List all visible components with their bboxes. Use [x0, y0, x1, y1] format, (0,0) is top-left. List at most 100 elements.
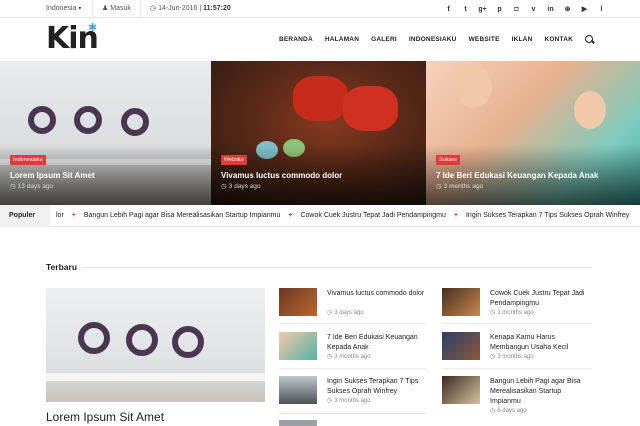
thumbnail — [279, 332, 317, 360]
caret-down-icon: ▾ — [78, 6, 82, 12]
child-image — [574, 91, 606, 129]
list-item-title[interactable]: Kenapa Kamu Harus Membangun Usaha Kecil — [490, 333, 592, 353]
list-item-time: 3 months ago — [490, 309, 533, 316]
social-links: f t g+ p ◘ v in ⊛ ▶ ⌇ — [440, 0, 610, 18]
search-icon[interactable] — [585, 35, 594, 44]
list-item-time: 3 months ago — [490, 353, 533, 360]
section-title: Terbaru — [46, 262, 78, 272]
wreath-image — [78, 322, 110, 354]
user-icon: ♟ — [102, 5, 109, 12]
category-badge[interactable]: Sukses — [436, 155, 461, 165]
ticker-label: Populer — [0, 205, 50, 227]
list-item-title[interactable]: Ingin Sukses Terapkan 7 Tips Sukses Opra… — [327, 377, 429, 397]
thumbnail — [442, 288, 480, 316]
hero-card[interactable]: Website Vivamus luctus commodo dolor 3 d… — [211, 61, 426, 205]
category-badge[interactable]: Indonesiaku — [10, 155, 46, 165]
twitter-icon[interactable]: t — [457, 0, 474, 18]
thumbnail — [279, 288, 317, 316]
top-bar: Indonesia ▾ ♟ Masuk ◷ 14-Jun-2016 | 11:57… — [0, 0, 640, 18]
divider — [442, 323, 592, 324]
ticker-item[interactable]: Bangun Lebih Pagi agar Bisa Merealisasik… — [84, 205, 281, 227]
language-selector[interactable]: Indonesia ▾ — [46, 4, 81, 14]
site-header: Kin ✱ BERANDA HALAMAN GALERI INDONESIAKU… — [0, 18, 640, 61]
hero-title[interactable]: 7 Ide Beri Edukasi Keuangan Kepada Anak — [436, 171, 598, 180]
popular-ticker: Populer lor + Bangun Lebih Pagi agar Bis… — [0, 205, 640, 227]
instagram-icon[interactable]: ◘ — [508, 0, 525, 18]
divider — [92, 0, 93, 18]
cup-image — [343, 86, 398, 131]
plus-icon: + — [453, 212, 458, 219]
thumbnail — [442, 376, 480, 404]
wreath-image — [172, 326, 204, 358]
dribbble-icon[interactable]: ⊛ — [559, 0, 576, 18]
vimeo-icon[interactable]: v — [525, 0, 542, 18]
list-item-title[interactable]: 7 Ide Beri Edukasi Keuangan Kepada Anak — [327, 333, 429, 353]
hero-title[interactable]: Lorem Ipsum Sit Amet — [10, 171, 95, 180]
main-nav: BERANDA HALAMAN GALERI INDONESIAKU WEBSI… — [279, 35, 594, 44]
list-item[interactable]: Ingin Sukses Terapkan 7 Tips Sukses Opra… — [279, 376, 429, 416]
linkedin-icon[interactable]: in — [542, 0, 559, 18]
divider — [442, 368, 592, 369]
nav-item-website[interactable]: WEBSITE — [469, 36, 500, 43]
ticker-item[interactable]: Cowok Cuek Justru Tepat Jadi Pendampingm… — [300, 205, 445, 227]
list-item-title[interactable]: Bangun Lebih Pagi agar Bisa Merealisasik… — [490, 377, 592, 407]
facebook-icon[interactable]: f — [440, 0, 457, 18]
list-item-time: 6 days ago — [490, 407, 526, 414]
list-item[interactable]: 7 Ide Beri Edukasi Keuangan Kepada Anak … — [279, 332, 429, 372]
login-link[interactable]: ♟ Masuk — [102, 4, 131, 14]
rss-icon[interactable]: ⌇ — [593, 0, 610, 18]
section-divider — [84, 267, 592, 268]
nav-item-beranda[interactable]: BERANDA — [279, 36, 313, 43]
list-item[interactable]: Cowok Cuek Justru Tepat Jadi Pendampingm… — [442, 288, 592, 328]
divider — [279, 413, 427, 414]
star-icon: ✱ — [88, 22, 98, 34]
time-label: 11:57:20 — [203, 5, 231, 12]
list-item-time: 3 days ago — [327, 309, 363, 316]
shelf-image — [46, 373, 265, 381]
google-plus-icon[interactable]: g+ — [474, 0, 491, 18]
divider — [279, 368, 427, 369]
list-item-time: 3 months ago — [327, 353, 370, 360]
login-label: Masuk — [110, 5, 131, 12]
nav-item-iklan[interactable]: IKLAN — [512, 36, 533, 43]
wreath-image — [121, 108, 149, 136]
plus-icon: + — [71, 212, 76, 219]
date-label: 14-Jun-2016 — [158, 5, 198, 12]
wreath-image — [126, 324, 158, 356]
youtube-icon[interactable]: ▶ — [576, 0, 593, 18]
list-item[interactable]: Bangun Lebih Pagi agar Bisa Merealisasik… — [442, 376, 592, 416]
wreath-image — [74, 106, 102, 134]
hero-card[interactable]: Sukses 7 Ide Beri Edukasi Keuangan Kepad… — [426, 61, 640, 205]
divider — [140, 0, 141, 18]
ticker-item[interactable]: Ingin Sukses Terapkan 7 Tips Sukses Opra… — [466, 205, 629, 227]
woman-image — [456, 66, 492, 108]
hero-card[interactable]: Indonesiaku Lorem Ipsum Sit Amet 13 days… — [0, 61, 211, 205]
thumbnail — [442, 332, 480, 360]
category-badge[interactable]: Website — [221, 155, 247, 165]
plus-icon: + — [288, 212, 293, 219]
hero-slider: Indonesiaku Lorem Ipsum Sit Amet 13 days… — [0, 61, 640, 205]
hero-time: 13 days ago — [10, 182, 53, 190]
ticker-item[interactable]: lor — [56, 205, 64, 227]
wreath-image — [28, 106, 56, 134]
thumbnail — [279, 376, 317, 404]
hero-time: 3 months ago — [436, 182, 483, 190]
list-item-title[interactable]: Vivamus luctus commodo dolor — [327, 289, 429, 299]
thumbnail — [279, 420, 317, 426]
nav-item-halaman[interactable]: HALAMAN — [325, 36, 359, 43]
list-item-title[interactable]: Cowok Cuek Justru Tepat Jadi Pendampingm… — [490, 289, 592, 309]
pinterest-icon[interactable]: p — [491, 0, 508, 18]
hero-title[interactable]: Vivamus luctus commodo dolor — [221, 171, 342, 180]
list-item-time: 3 months ago — [327, 397, 370, 404]
list-item[interactable]: Vivamus luctus commodo dolor 3 days ago — [279, 288, 429, 328]
list-item[interactable]: Kenapa Kamu Harus Membangun Usaha Kecil … — [442, 332, 592, 372]
ticker-items: lor + Bangun Lebih Pagi agar Bisa Mereal… — [56, 205, 629, 227]
nav-item-galeri[interactable]: GALERI — [371, 36, 397, 43]
language-label: Indonesia — [46, 5, 77, 12]
featured-title[interactable]: Lorem Ipsum Sit Amet — [46, 410, 164, 424]
featured-image[interactable] — [46, 288, 265, 402]
nav-item-indonesiaku[interactable]: INDONESIAKU — [409, 36, 457, 43]
nav-item-kontak[interactable]: KONTAK — [544, 36, 573, 43]
cup-image — [293, 76, 348, 121]
divider — [279, 323, 427, 324]
